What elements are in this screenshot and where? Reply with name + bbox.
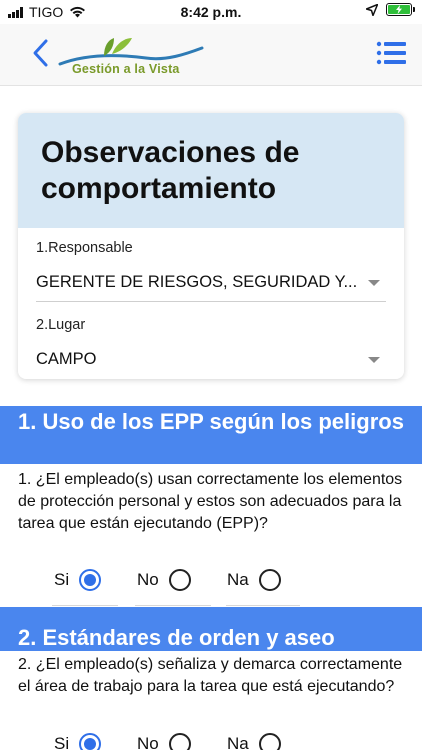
caret-down-icon[interactable]: [368, 357, 380, 363]
radio-selected-icon[interactable]: [79, 733, 102, 750]
radio-label: Na: [227, 734, 249, 750]
answer-group-1: Si No Na: [0, 569, 422, 597]
lugar-label: 2.Lugar: [36, 317, 86, 333]
radio-empty-icon[interactable]: [168, 733, 191, 750]
radio-label: No: [137, 734, 159, 750]
radio-label: Na: [227, 570, 249, 589]
radio-label: Si: [54, 570, 70, 589]
radio-no-1[interactable]: No: [137, 569, 191, 591]
responsable-label: 1.Responsable: [36, 240, 133, 256]
divider: [52, 605, 118, 606]
logo-text: Gestión a la Vista: [72, 62, 180, 76]
app-logo: Gestión a la Vista: [56, 34, 206, 82]
app-header: Gestión a la Vista: [0, 24, 422, 86]
caret-down-icon[interactable]: [368, 280, 380, 286]
responsable-value[interactable]: GERENTE DE RIESGOS, SEGURIDAD Y...: [36, 273, 357, 292]
lugar-value[interactable]: CAMPO: [36, 350, 97, 369]
section-title-1: 1. Uso de los EPP según los peligros: [0, 406, 422, 464]
radio-si-2[interactable]: Si: [54, 733, 102, 750]
radio-na-1[interactable]: Na: [227, 569, 281, 591]
battery-icon: [386, 3, 415, 16]
radio-label: Si: [54, 734, 70, 750]
chevron-left-icon[interactable]: [30, 38, 52, 68]
divider: [135, 605, 211, 606]
status-bar: TIGO 8:42 p.m.: [0, 0, 422, 24]
lugar-select[interactable]: 2.Lugar CAMPO: [18, 304, 404, 379]
divider: [226, 605, 300, 606]
form-card: Observaciones de comportamiento 1.Respon…: [18, 113, 404, 379]
radio-selected-icon[interactable]: [79, 569, 102, 591]
question-1: 1. ¿El empleado(s) usan correctamente lo…: [18, 471, 403, 532]
radio-empty-icon[interactable]: [168, 569, 191, 591]
page-title: Observaciones de comportamiento: [41, 136, 300, 205]
radio-no-2[interactable]: No: [137, 733, 191, 750]
radio-label: No: [137, 570, 159, 589]
answer-group-2: Si No Na: [0, 733, 422, 750]
radio-si-1[interactable]: Si: [54, 569, 102, 591]
section-title-2: 2. Estándares de orden y aseo: [0, 607, 422, 651]
radio-empty-icon[interactable]: [258, 569, 281, 591]
hamburger-menu-icon[interactable]: [376, 40, 406, 66]
responsable-select[interactable]: 1.Responsable GERENTE DE RIESGOS, SEGURI…: [18, 228, 404, 304]
question-2: 2. ¿El empleado(s) señaliza y demarca co…: [18, 656, 403, 695]
radio-na-2[interactable]: Na: [227, 733, 281, 750]
location-arrow-icon: [366, 3, 378, 16]
card-header: Observaciones de comportamiento: [18, 113, 404, 228]
divider: [36, 301, 386, 302]
status-right: [366, 3, 415, 16]
status-time: 8:42 p.m.: [180, 4, 242, 20]
radio-empty-icon[interactable]: [258, 733, 281, 750]
